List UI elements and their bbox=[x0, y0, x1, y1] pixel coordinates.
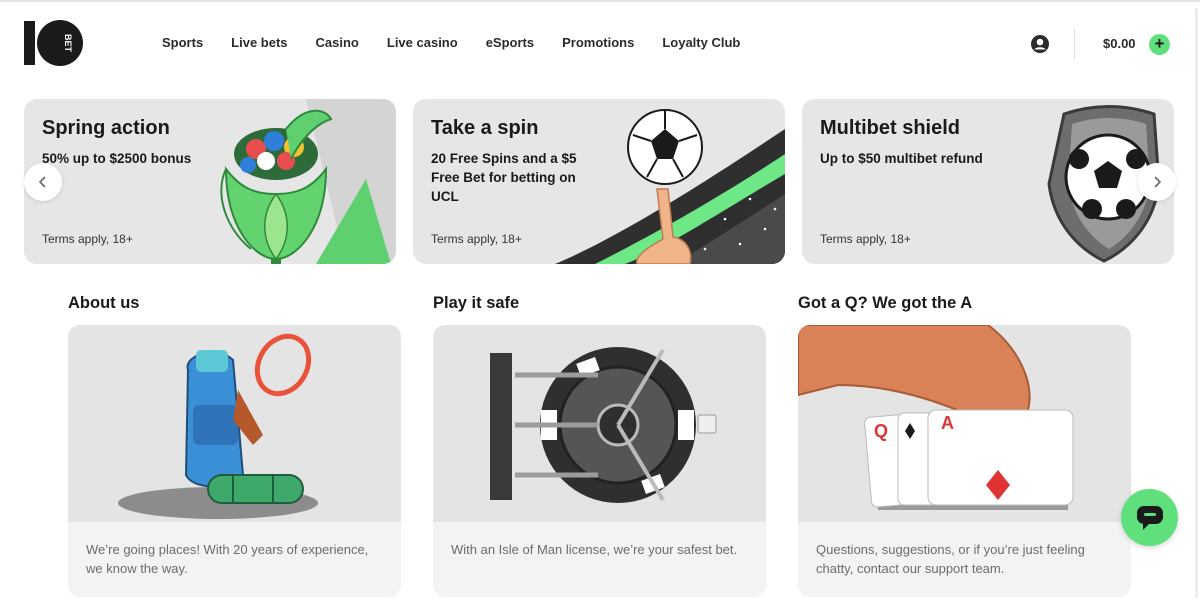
about-us-card[interactable]: We’re going places! With 20 years of exp… bbox=[68, 325, 401, 597]
logo[interactable]: BET bbox=[24, 19, 84, 67]
got-a-q-heading: Got a Q? We got the A bbox=[798, 294, 973, 312]
promo-card-spring-action[interactable]: Spring action 50% up to $2500 bonus Term… bbox=[24, 99, 396, 264]
carousel-next-button[interactable] bbox=[1138, 163, 1176, 201]
nav-loyalty-club[interactable]: Loyalty Club bbox=[662, 35, 740, 50]
nav-live-bets[interactable]: Live bets bbox=[231, 35, 287, 50]
card-ace-label: A bbox=[941, 413, 954, 433]
nav-promotions[interactable]: Promotions bbox=[562, 35, 634, 50]
play-it-safe-card[interactable]: With an Isle of Man license, we’re your … bbox=[433, 325, 766, 597]
main-nav: Sports Live bets Casino Live casino eSpo… bbox=[162, 35, 740, 50]
promo-subtitle: Up to $50 multibet refund bbox=[820, 151, 983, 166]
got-a-q-card[interactable]: Q A Questions, suggestions, or if you’re… bbox=[798, 325, 1131, 597]
about-us-text: We’re going places! With 20 years of exp… bbox=[86, 542, 369, 576]
user-account-button[interactable] bbox=[1030, 34, 1050, 54]
play-it-safe-heading: Play it safe bbox=[433, 294, 520, 312]
promo-card-take-a-spin[interactable]: Take a spin 20 Free Spins and a $5 Free … bbox=[413, 99, 785, 264]
play-it-safe-image bbox=[433, 325, 766, 522]
promo-terms: Terms apply, 18+ bbox=[42, 232, 133, 246]
scrollbar[interactable] bbox=[1195, 8, 1198, 598]
chevron-left-icon bbox=[38, 176, 46, 188]
card-queen-label: Q bbox=[874, 421, 888, 441]
nav-casino[interactable]: Casino bbox=[316, 35, 359, 50]
got-a-q-image: Q A bbox=[798, 325, 1131, 522]
site-header: BET Sports Live bets Casino Live casino … bbox=[0, 2, 1200, 86]
cards-hand-illustration: Q A bbox=[798, 325, 1074, 510]
about-us-image bbox=[68, 325, 401, 522]
balance: $0.00 bbox=[1103, 36, 1136, 51]
promo-terms: Terms apply, 18+ bbox=[431, 232, 522, 246]
support-chat-button[interactable] bbox=[1121, 489, 1178, 546]
chat-bubble-icon bbox=[1136, 505, 1163, 530]
logo-text: BET bbox=[63, 34, 73, 53]
promo-subtitle: 50% up to $2500 bonus bbox=[42, 151, 192, 166]
carousel-prev-button[interactable] bbox=[24, 163, 62, 201]
promo-terms: Terms apply, 18+ bbox=[820, 232, 911, 246]
header-divider bbox=[1074, 29, 1075, 59]
backpack-illustration bbox=[118, 333, 318, 519]
play-it-safe-text: With an Isle of Man license, we’re your … bbox=[451, 542, 738, 557]
promo-subtitle: 20 Free Spins and a $5 Free Bet for bett… bbox=[431, 151, 577, 204]
promo-title: Take a spin bbox=[431, 117, 539, 139]
flower-chips-illustration bbox=[220, 99, 396, 264]
nav-live-casino[interactable]: Live casino bbox=[387, 35, 458, 50]
plus-icon: + bbox=[1154, 34, 1165, 53]
chevron-right-icon bbox=[1154, 176, 1162, 188]
deposit-button[interactable]: + bbox=[1149, 34, 1170, 55]
promo-title: Multibet shield bbox=[820, 117, 960, 139]
football-spin-illustration bbox=[555, 109, 785, 264]
promo-card-multibet-shield[interactable]: Multibet shield Up to $50 multibet refun… bbox=[802, 99, 1174, 264]
nav-esports[interactable]: eSports bbox=[486, 35, 534, 50]
page: BET Sports Live bets Casino Live casino … bbox=[0, 0, 1200, 606]
got-a-q-text: Questions, suggestions, or if you’re jus… bbox=[816, 542, 1085, 576]
vault-illustration bbox=[490, 347, 717, 503]
user-circle-icon bbox=[1031, 35, 1049, 53]
promo-title: Spring action bbox=[42, 117, 170, 139]
about-us-heading: About us bbox=[68, 294, 140, 312]
nav-sports[interactable]: Sports bbox=[162, 35, 203, 50]
